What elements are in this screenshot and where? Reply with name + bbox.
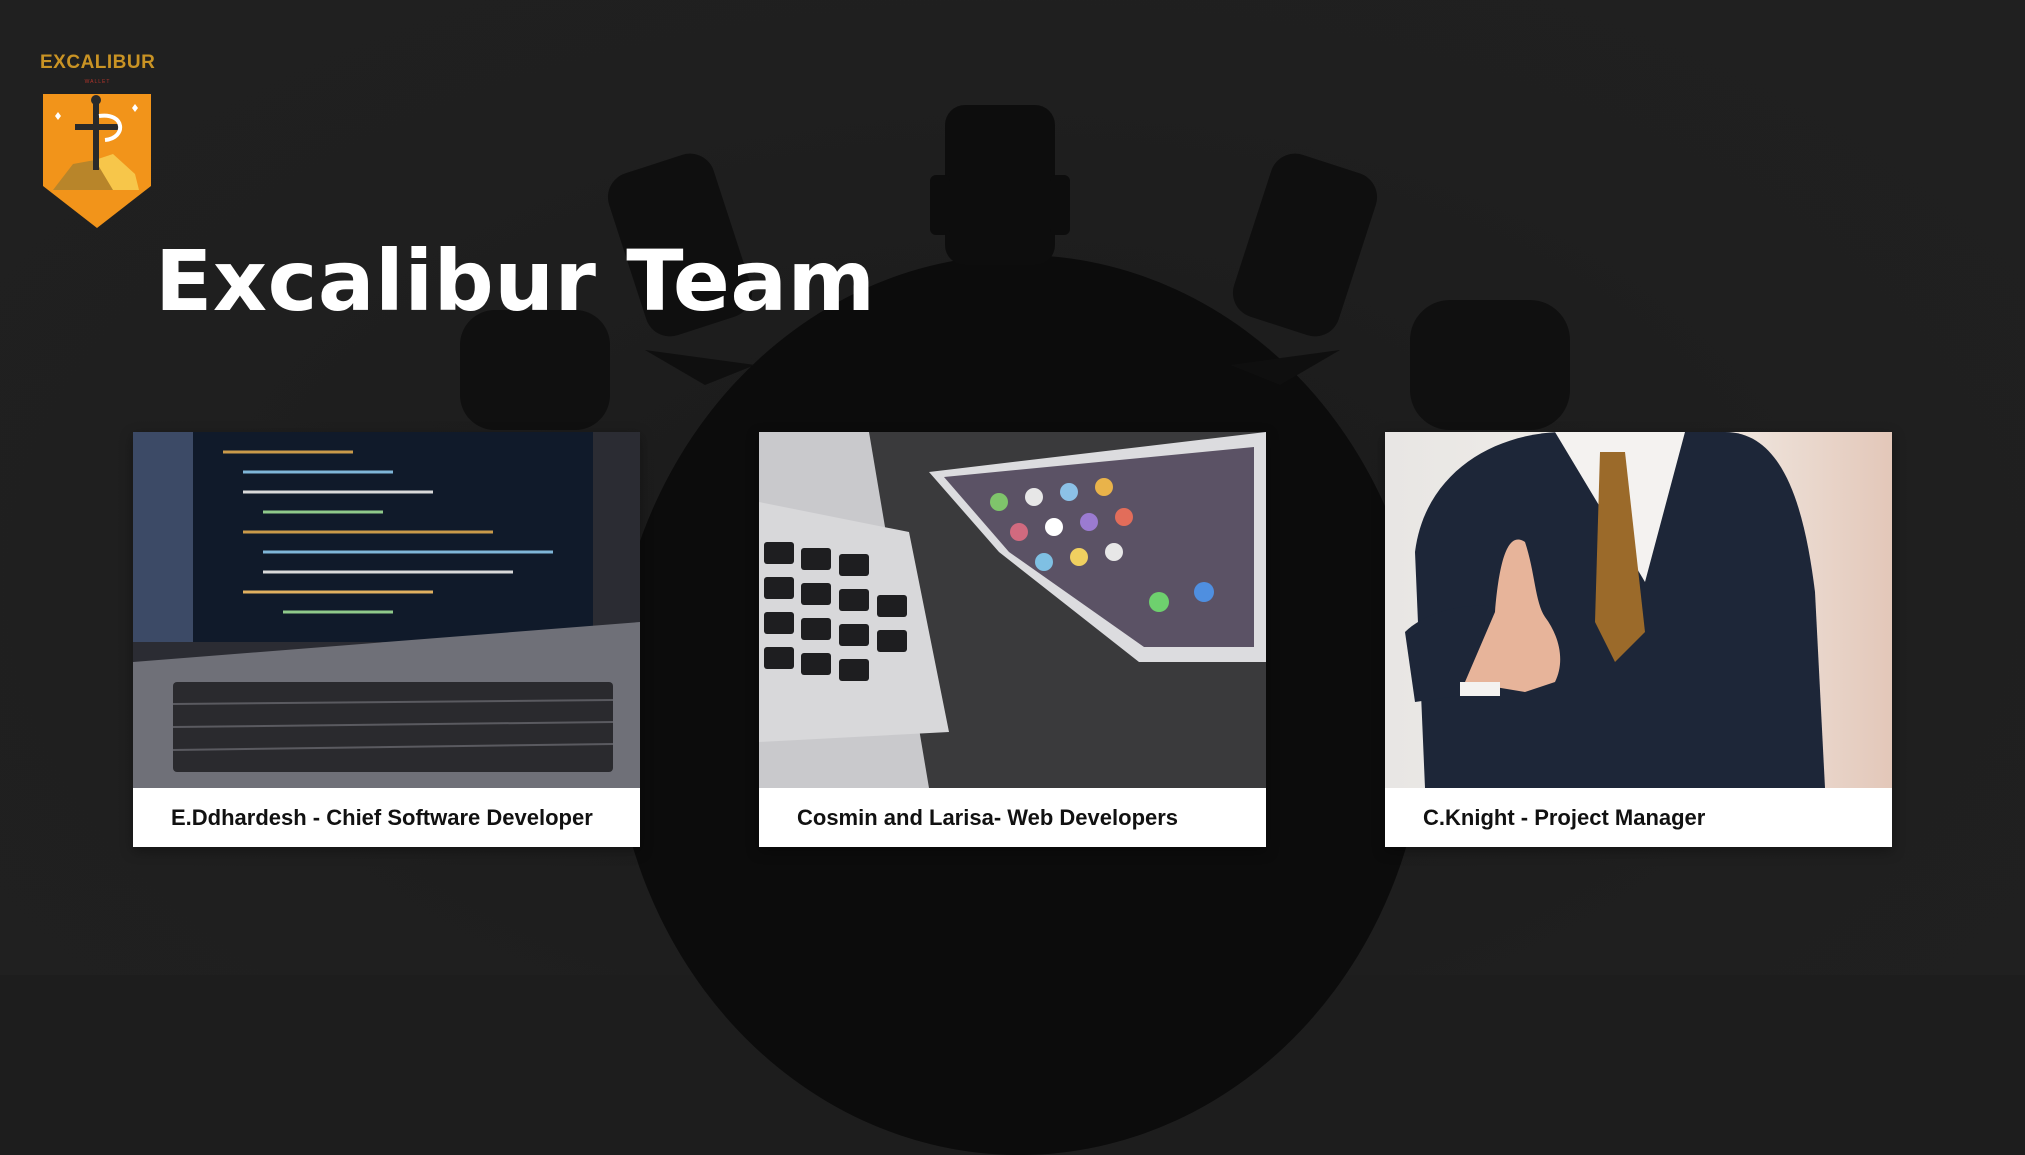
- card-caption: E.Ddhardesh - Chief Software Developer: [171, 805, 593, 830]
- team-card-web-developers: Cosmin and Larisa- Web Developers: [759, 432, 1266, 847]
- team-card-project-manager: C.Knight - Project Manager: [1385, 432, 1892, 847]
- laptop-code-photo: [133, 432, 640, 788]
- chair-silhouette: [930, 105, 1070, 265]
- card-caption: C.Knight - Project Manager: [1423, 805, 1706, 830]
- sword-shield-icon: [43, 94, 151, 228]
- card-caption: Cosmin and Larisa- Web Developers: [797, 805, 1179, 830]
- page-title: Excalibur Team: [155, 232, 876, 330]
- team-card-chief-developer: E.Ddhardesh - Chief Software Developer: [133, 432, 640, 847]
- logo-subtitle: WALLET: [84, 79, 111, 85]
- chair-silhouette: [1410, 300, 1570, 430]
- laptop-tablet-photo: [759, 432, 1266, 788]
- chair-silhouette: [1230, 153, 1378, 385]
- handshake-photo: [1385, 432, 1892, 788]
- excalibur-logo: EXCALIBUR WALLET: [40, 52, 155, 232]
- logo-wordmark: EXCALIBUR: [40, 52, 156, 73]
